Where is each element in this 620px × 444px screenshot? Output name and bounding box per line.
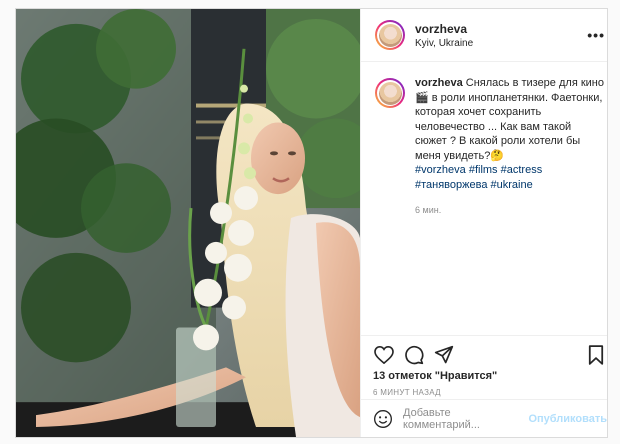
- more-options-icon[interactable]: •••: [587, 28, 605, 42]
- caption-time: 6 мин.: [415, 205, 442, 215]
- hashtag-link[interactable]: #films: [469, 164, 498, 176]
- post-header: vorzheva Kyiv, Ukraine •••: [361, 9, 607, 62]
- post-sidebar: vorzheva Kyiv, Ukraine ••• vorzheva Снял…: [360, 9, 607, 437]
- caption-username[interactable]: vorzheva: [415, 77, 463, 89]
- comment-icon[interactable]: [403, 344, 425, 366]
- emoji-icon[interactable]: [373, 409, 393, 429]
- comment-input[interactable]: Добавьте комментарий...: [403, 407, 528, 431]
- caption: vorzheva Снялась в тизере для кино 🎬 в р…: [361, 62, 607, 218]
- posted-time: 6 МИНУТ НАЗАД: [373, 388, 441, 397]
- hashtag-link[interactable]: #vorzheva: [415, 164, 466, 176]
- avatar[interactable]: [375, 20, 405, 50]
- hashtag-link[interactable]: #ukraine: [491, 179, 533, 191]
- bookmark-icon[interactable]: [585, 344, 607, 366]
- likes-count[interactable]: 13 отметок "Нравится": [373, 370, 497, 382]
- comment-bar: Добавьте комментарий... Опубликовать: [361, 399, 607, 437]
- heart-icon[interactable]: [373, 344, 395, 366]
- avatar-image: [378, 23, 402, 47]
- post-card: vorzheva Kyiv, Ukraine ••• vorzheva Снял…: [15, 8, 608, 438]
- avatar-image: [378, 81, 402, 105]
- post-photo[interactable]: [16, 9, 360, 437]
- caption-text: Снялась в тизере для кино 🎬 в роли инопл…: [415, 77, 604, 162]
- photo-image: [16, 9, 360, 437]
- location-link[interactable]: Kyiv, Ukraine: [415, 38, 473, 49]
- hashtag-link[interactable]: #actress: [501, 164, 543, 176]
- username-link[interactable]: vorzheva: [415, 22, 473, 36]
- caption-avatar[interactable]: [375, 78, 405, 108]
- publish-button[interactable]: Опубликовать: [528, 413, 607, 425]
- hashtag-link[interactable]: #таняворжева: [415, 179, 487, 191]
- action-bar: [361, 335, 607, 366]
- share-icon[interactable]: [433, 344, 455, 366]
- caption-body: vorzheva Снялась в тизере для кино 🎬 в р…: [415, 76, 605, 218]
